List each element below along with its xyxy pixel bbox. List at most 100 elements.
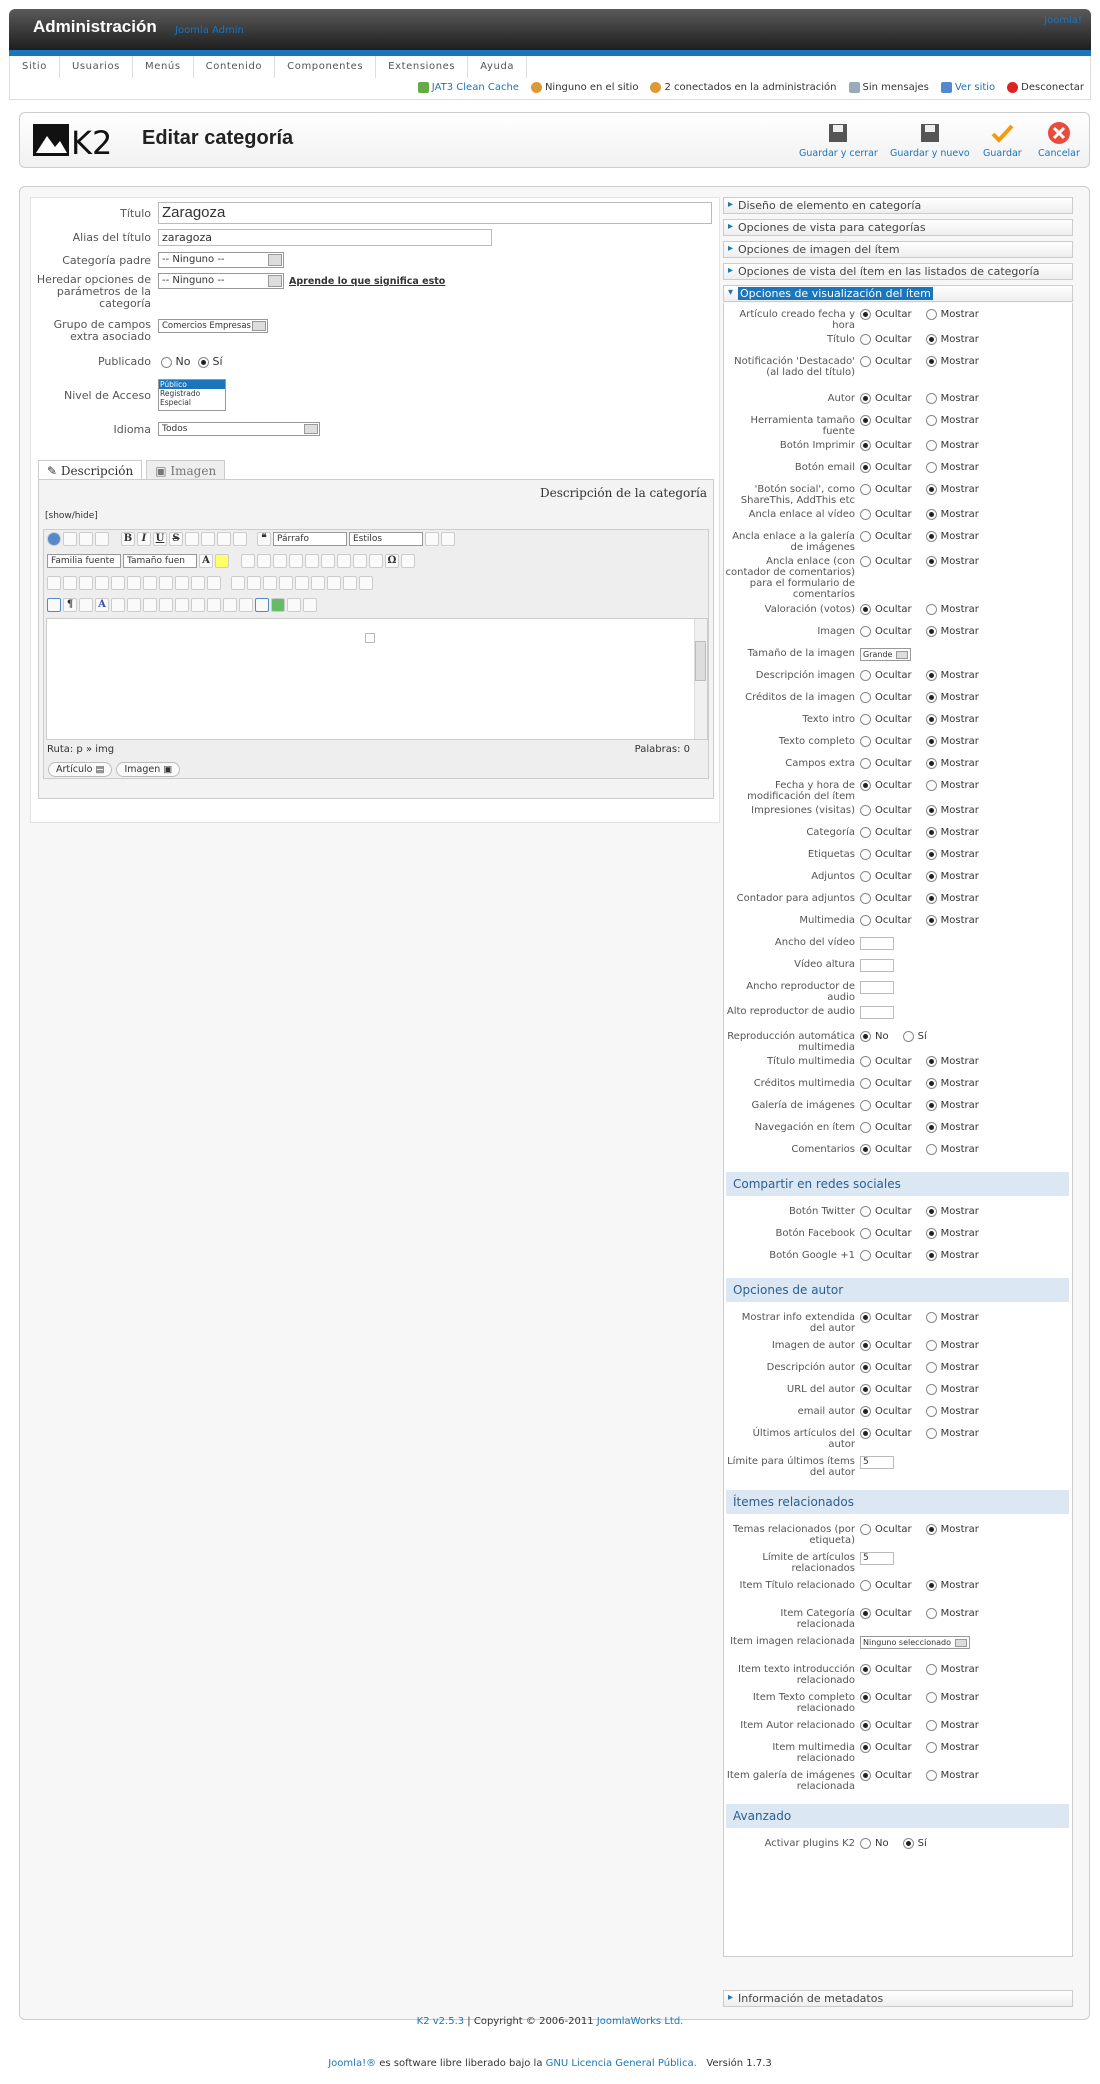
hide-radio[interactable] (860, 509, 871, 520)
show-radio[interactable] (925, 556, 937, 567)
show-radio[interactable] (925, 509, 937, 520)
acronym-icon[interactable] (127, 598, 141, 612)
hide-radio[interactable] (860, 626, 871, 637)
readmore-icon[interactable] (303, 598, 317, 612)
hide-radio[interactable] (860, 1312, 871, 1323)
hide-radio[interactable] (860, 893, 871, 904)
show-radio[interactable] (925, 692, 937, 703)
delete-col-icon[interactable] (327, 576, 341, 590)
abbr-icon[interactable] (111, 598, 125, 612)
hide-radio[interactable] (860, 827, 871, 838)
alias-input[interactable]: zaragoza (158, 229, 492, 246)
title-input[interactable]: Zaragoza (158, 202, 712, 224)
image-icon[interactable] (127, 576, 141, 590)
show-radio[interactable] (925, 827, 937, 838)
list-bullet-icon[interactable] (337, 554, 351, 568)
split-cells-icon[interactable] (359, 576, 373, 590)
hide-radio[interactable] (860, 1362, 871, 1373)
hide-radio[interactable] (860, 1228, 871, 1239)
layer-icon[interactable] (79, 598, 93, 612)
hide-radio[interactable] (860, 915, 871, 926)
menu-sitio[interactable]: Sitio (10, 56, 60, 78)
menu-componentes[interactable]: Componentes (275, 56, 377, 78)
cleanup-icon[interactable] (143, 576, 157, 590)
editor-content-area[interactable] (46, 618, 708, 740)
option-input[interactable] (860, 937, 894, 950)
show-radio[interactable] (925, 1524, 937, 1535)
joomla-link[interactable]: Joomla! (1044, 15, 1082, 26)
show-radio[interactable] (902, 1838, 914, 1849)
hide-radio[interactable] (860, 1664, 871, 1675)
option-input[interactable]: 5 (860, 1456, 894, 1469)
media-icon[interactable] (79, 576, 93, 590)
replace-icon[interactable] (207, 576, 221, 590)
blockquote-icon[interactable]: ❝ (257, 532, 271, 546)
show-radio[interactable] (925, 1692, 937, 1703)
show-radio[interactable] (925, 1742, 937, 1753)
show-hide-toggle[interactable]: [show/hide] (45, 511, 98, 521)
hide-radio[interactable] (860, 780, 871, 791)
ltr-icon[interactable] (47, 576, 61, 590)
undo-icon[interactable] (79, 532, 93, 546)
save-button[interactable]: Guardar (983, 121, 1022, 159)
show-radio[interactable] (925, 1100, 937, 1111)
new-doc-icon[interactable] (63, 532, 77, 546)
show-radio[interactable] (925, 1250, 937, 1261)
list-ordered-icon[interactable] (321, 554, 335, 568)
panel-item-listing[interactable]: Opciones de vista del ítem en las listad… (723, 263, 1073, 280)
font-size-select[interactable]: Tamaño fuen (123, 554, 197, 568)
hide-radio[interactable] (860, 393, 871, 404)
show-radio[interactable] (925, 1056, 937, 1067)
pagebreak-icon[interactable] (287, 598, 301, 612)
option-input[interactable]: 5 (860, 1552, 894, 1565)
learn-more-link[interactable]: Aprende lo que significa esto (289, 276, 445, 287)
copy-icon[interactable] (257, 554, 271, 568)
option-input[interactable] (860, 981, 894, 994)
link2-icon[interactable] (239, 598, 253, 612)
indent-icon[interactable] (369, 554, 383, 568)
access-option[interactable]: Registrado (159, 389, 225, 398)
underline-icon[interactable]: U (153, 532, 167, 546)
show-radio[interactable] (925, 1206, 937, 1217)
show-radio[interactable] (925, 1340, 937, 1351)
inherit-select[interactable]: -- Ninguno -- (158, 273, 284, 289)
show-radio[interactable] (925, 1312, 937, 1323)
hide-radio[interactable] (860, 1428, 871, 1439)
search-icon[interactable] (191, 576, 205, 590)
show-radio[interactable] (925, 415, 937, 426)
article-button[interactable]: Artículo ▤ (48, 762, 113, 777)
tab-image[interactable]: ▣ Imagen (146, 460, 226, 481)
panel-item-display[interactable]: Opciones de visualización del ítem (723, 285, 1073, 302)
text-color-icon[interactable]: A (199, 554, 213, 568)
cut-icon[interactable] (241, 554, 255, 568)
styleprops-icon[interactable]: A (95, 598, 109, 612)
messages-status[interactable]: Sin mensajes (848, 82, 929, 93)
hide-radio[interactable] (860, 1720, 871, 1731)
align-center-icon[interactable] (201, 532, 215, 546)
show-radio[interactable] (925, 1078, 937, 1089)
published-no-radio[interactable] (161, 356, 172, 368)
fullscreen-icon[interactable] (255, 598, 269, 612)
paste-icon[interactable] (273, 554, 287, 568)
show-radio[interactable] (925, 915, 937, 926)
hide-radio[interactable] (860, 1770, 871, 1781)
parent-select[interactable]: -- Ninguno -- (158, 252, 284, 268)
hide-radio[interactable] (860, 1056, 871, 1067)
menu-ayuda[interactable]: Ayuda (468, 56, 528, 78)
attribs-icon[interactable] (191, 598, 205, 612)
logout-link[interactable]: Desconectar (1007, 82, 1084, 93)
show-radio[interactable] (925, 309, 937, 320)
language-select[interactable]: Todos (158, 422, 320, 436)
show-radio[interactable] (925, 871, 937, 882)
menu-extensiones[interactable]: Extensiones (376, 56, 469, 78)
italic-icon[interactable]: I (137, 532, 151, 546)
hide-radio[interactable] (860, 1406, 871, 1417)
hide-radio[interactable] (860, 1100, 871, 1111)
hide-radio[interactable] (860, 415, 871, 426)
hide-radio[interactable] (860, 1608, 871, 1619)
insert-row-icon[interactable] (279, 576, 293, 590)
omega-icon[interactable]: Ω (385, 554, 399, 568)
show-radio[interactable] (925, 1144, 937, 1155)
hide-radio[interactable] (860, 356, 871, 367)
strike-icon[interactable]: S (169, 532, 183, 546)
